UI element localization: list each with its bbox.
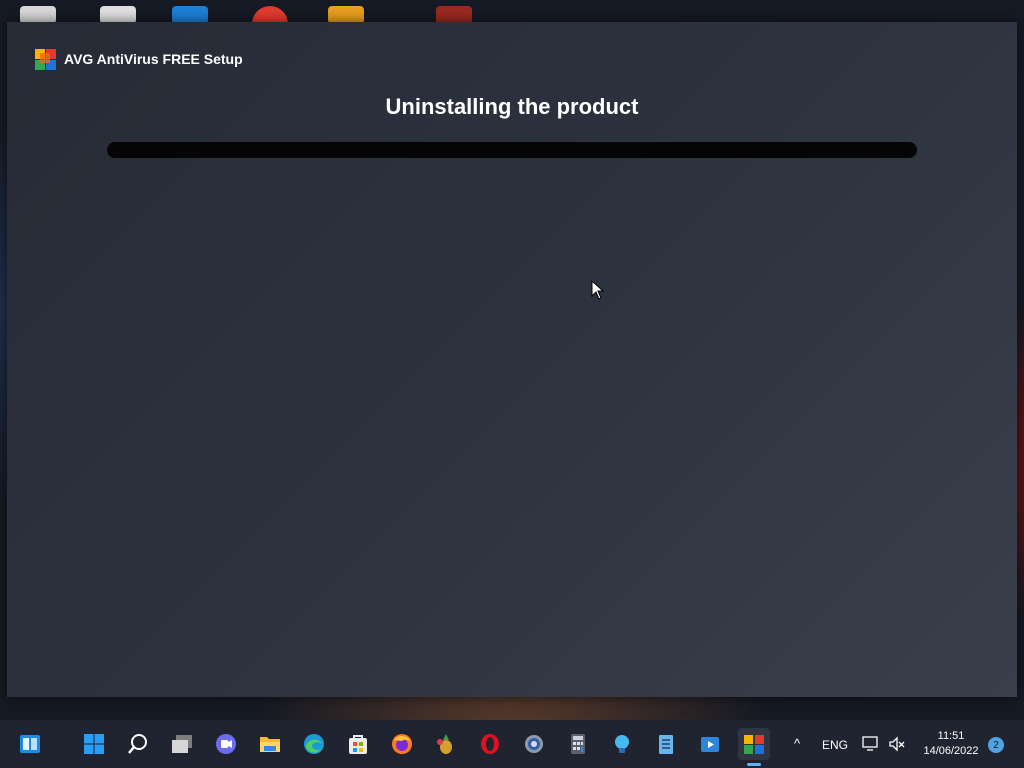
- gear-icon: [525, 735, 543, 753]
- pineapple-app-button[interactable]: [430, 728, 462, 760]
- search-button[interactable]: [122, 728, 154, 760]
- mouse-cursor-icon: [591, 280, 605, 300]
- avg-logo-icon: [35, 49, 56, 70]
- start-icon: [84, 734, 104, 754]
- clock-date: 14/06/2022: [923, 745, 979, 757]
- language-indicator[interactable]: ENG: [822, 738, 848, 752]
- firefox-icon: [392, 734, 412, 754]
- media-player-button[interactable]: [694, 728, 726, 760]
- avg-taskbar-icon: [744, 735, 764, 754]
- media-player-icon: [701, 737, 719, 752]
- avg-taskbar-button[interactable]: [738, 728, 770, 766]
- lightbulb-icon: [615, 735, 629, 753]
- volume-muted-icon[interactable]: [888, 736, 906, 752]
- calculator-button[interactable]: [562, 728, 594, 760]
- opera-icon: [481, 734, 499, 754]
- setup-window: AVG AntiVirus FREE Setup Uninstalling th…: [7, 22, 1017, 697]
- calculator-icon: [571, 734, 585, 754]
- firefox-button[interactable]: [386, 728, 418, 760]
- edge-icon: [304, 734, 324, 754]
- clock[interactable]: 11:51 14/06/2022: [918, 729, 984, 759]
- settings-button[interactable]: [518, 728, 550, 760]
- widgets-icon: [20, 735, 40, 753]
- pineapple-app-icon: [437, 734, 452, 754]
- notepad-icon: [659, 735, 673, 754]
- notepad-button[interactable]: [650, 728, 682, 760]
- file-explorer-button[interactable]: [254, 728, 286, 760]
- notification-badge[interactable]: 2: [988, 737, 1004, 753]
- progress-bar: [107, 142, 917, 158]
- taskbar: ^ ENG: [0, 720, 1024, 768]
- chat-button[interactable]: [210, 728, 242, 760]
- chat-icon: [216, 734, 236, 754]
- search-icon: [128, 734, 147, 754]
- clock-time: 11:51: [937, 730, 965, 742]
- task-view-button[interactable]: [166, 728, 198, 760]
- widgets-button[interactable]: [14, 728, 46, 760]
- opera-button[interactable]: [474, 728, 506, 760]
- store-icon: [349, 735, 367, 754]
- file-explorer-icon: [260, 737, 280, 752]
- page-title: Uninstalling the product: [385, 94, 639, 119]
- window-header: AVG AntiVirus FREE Setup: [34, 47, 243, 71]
- start-button[interactable]: [78, 728, 110, 760]
- tray-overflow-chevron[interactable]: ^: [794, 736, 800, 751]
- task-view-icon: [172, 735, 192, 753]
- store-button[interactable]: [342, 728, 374, 760]
- app-title: AVG AntiVirus FREE Setup: [64, 51, 243, 67]
- active-app-indicator: [747, 763, 761, 766]
- edge-button[interactable]: [298, 728, 330, 760]
- network-icon[interactable]: [862, 736, 880, 752]
- tips-button[interactable]: [606, 728, 638, 760]
